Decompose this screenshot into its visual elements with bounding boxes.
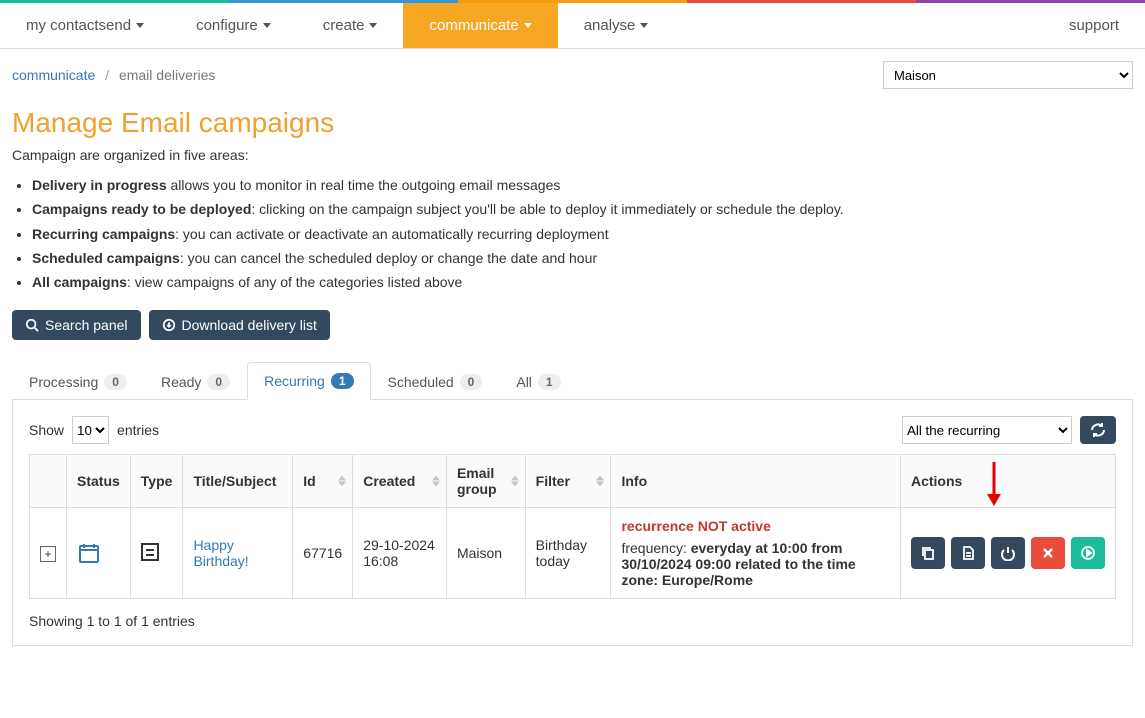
database-select[interactable]: Maison	[883, 61, 1133, 89]
nav-mycontactsend[interactable]: my contactsend	[0, 3, 170, 48]
actions-cell	[900, 508, 1115, 599]
caret-icon	[640, 23, 648, 28]
col-created[interactable]: Created	[353, 455, 447, 508]
copy-button[interactable]	[911, 537, 945, 569]
campaigns-table: Status Type Title/Subject Id Created Ema…	[29, 454, 1116, 599]
col-id[interactable]: Id	[293, 455, 353, 508]
power-icon	[1000, 545, 1016, 561]
tab-all[interactable]: All1	[499, 362, 577, 400]
delete-button[interactable]	[1031, 537, 1065, 569]
play-circle-icon	[1080, 545, 1096, 561]
type-cell	[130, 508, 183, 599]
nav-communicate[interactable]: communicate	[403, 3, 557, 48]
refresh-button[interactable]	[1080, 416, 1116, 444]
col-title[interactable]: Title/Subject	[183, 455, 293, 508]
caret-icon	[263, 23, 271, 28]
breadcrumb: communicate / email deliveries	[12, 63, 215, 87]
breadcrumb-root[interactable]: communicate	[12, 67, 95, 83]
campaign-info: recurrence NOT active frequency: everyda…	[611, 508, 900, 599]
expand-row-button[interactable]: +	[40, 546, 56, 562]
run-button[interactable]	[1071, 537, 1105, 569]
status-cell	[67, 508, 131, 599]
show-label: Show	[29, 422, 64, 438]
col-filter[interactable]: Filter	[525, 455, 611, 508]
tab-recurring[interactable]: Recurring1	[247, 362, 370, 400]
col-info: Info	[611, 455, 900, 508]
main-nav: my contactsend configure create communic…	[0, 3, 1145, 49]
nav-configure[interactable]: configure	[170, 3, 297, 48]
nav-create[interactable]: create	[297, 3, 404, 48]
recurring-filter-select[interactable]: All the recurring	[902, 416, 1072, 444]
recurrence-status: recurrence NOT active	[621, 518, 889, 534]
campaign-title-link[interactable]: Happy Birthday!	[193, 537, 248, 569]
page-size-select[interactable]: 10	[72, 416, 109, 444]
col-status[interactable]: Status	[67, 455, 131, 508]
download-list-button[interactable]: Download delivery list	[149, 310, 330, 340]
caret-icon	[524, 23, 532, 28]
nav-support[interactable]: support	[1043, 3, 1145, 48]
table-panel: Show 10 entries All the recurring Status…	[12, 400, 1133, 646]
refresh-icon	[1090, 422, 1106, 438]
tab-scheduled[interactable]: Scheduled0	[371, 362, 500, 400]
campaign-created: 29-10-2024 16:08	[353, 508, 447, 599]
col-actions: Actions	[900, 455, 1115, 508]
campaign-filter: Birthday today	[525, 508, 611, 599]
tab-ready[interactable]: Ready0	[144, 362, 247, 400]
description-list: Delivery in progress allows you to monit…	[32, 175, 1133, 292]
search-icon	[25, 318, 39, 332]
calendar-icon	[77, 541, 120, 565]
table-row: + Happy Birthday! 67716 29-10-2024 16:08…	[30, 508, 1116, 599]
document-icon	[960, 545, 976, 561]
activate-button[interactable]	[991, 537, 1025, 569]
campaign-tabs: Processing0 Ready0 Recurring1 Scheduled0…	[12, 362, 1133, 400]
caret-icon	[369, 23, 377, 28]
entries-label: entries	[117, 422, 159, 438]
col-type[interactable]: Type	[130, 455, 183, 508]
tab-processing[interactable]: Processing0	[12, 362, 144, 400]
table-footer-info: Showing 1 to 1 of 1 entries	[29, 613, 1116, 629]
download-icon	[162, 318, 176, 332]
campaign-id: 67716	[293, 508, 353, 599]
copy-icon	[920, 545, 936, 561]
col-group[interactable]: Email group	[446, 455, 525, 508]
page-title: Manage Email campaigns	[12, 107, 1133, 139]
caret-icon	[136, 23, 144, 28]
search-panel-button[interactable]: Search panel	[12, 310, 141, 340]
nav-analyse[interactable]: analyse	[558, 3, 675, 48]
details-button[interactable]	[951, 537, 985, 569]
close-icon	[1041, 546, 1055, 560]
newsletter-icon	[141, 543, 159, 561]
col-expand	[30, 455, 67, 508]
breadcrumb-current: email deliveries	[119, 67, 215, 83]
page-subtitle: Campaign are organized in five areas:	[12, 147, 1133, 163]
campaign-group: Maison	[446, 508, 525, 599]
